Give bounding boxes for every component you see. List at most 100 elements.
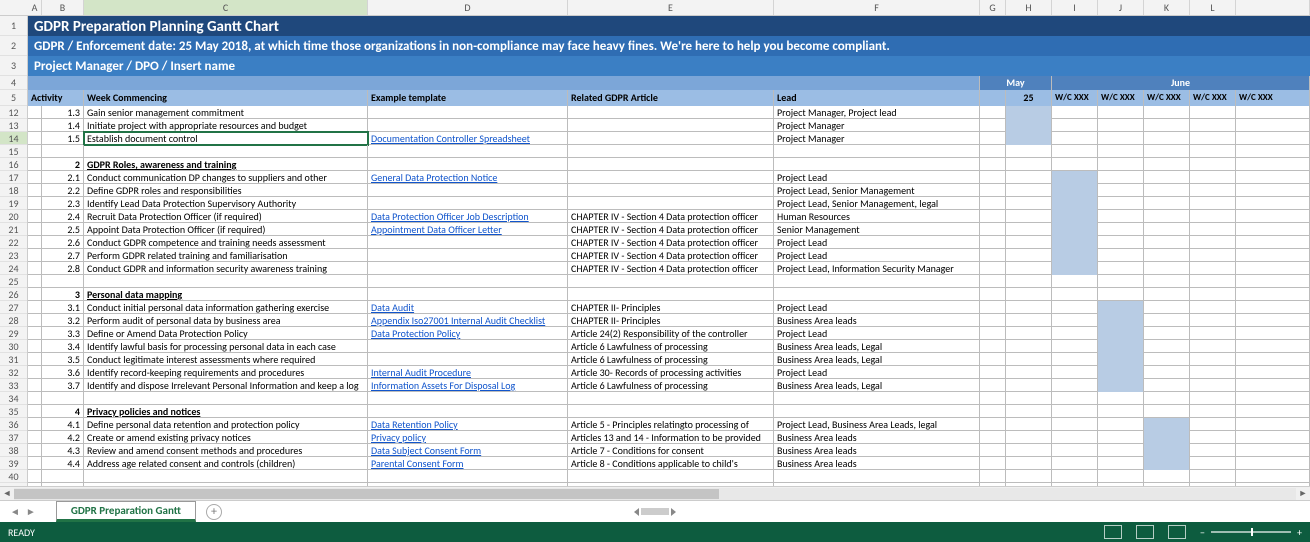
view-pagelayout-button[interactable]: [1136, 525, 1154, 539]
table-row[interactable]: 3.2Perform audit of personal data by bus…: [28, 314, 1310, 327]
sheet-next-icon[interactable]: ►: [26, 505, 36, 518]
table-row[interactable]: 4.4Address age related consent and contr…: [28, 457, 1310, 470]
table-row[interactable]: 4.1Define personal data retention and pr…: [28, 418, 1310, 431]
table-row[interactable]: 3.3Define or Amend Data Protection Polic…: [28, 327, 1310, 340]
col-header-J[interactable]: J: [1098, 0, 1144, 15]
row-header-32[interactable]: 32: [0, 366, 27, 379]
table-row[interactable]: 1.3Gain senior management commitmentProj…: [28, 106, 1310, 119]
row-header-3[interactable]: 3: [0, 56, 27, 76]
view-normal-button[interactable]: [1104, 525, 1122, 539]
row-header-34[interactable]: 34: [0, 392, 27, 405]
row-header-17[interactable]: 17: [0, 171, 27, 184]
table-row[interactable]: [28, 470, 1310, 483]
row-header-12[interactable]: 12: [0, 106, 27, 119]
row-header-1[interactable]: 1: [0, 16, 27, 36]
col-header-F[interactable]: F: [774, 0, 980, 15]
tab-scroll[interactable]: [634, 508, 676, 516]
row-header-15[interactable]: 15: [0, 145, 27, 158]
row-header-2[interactable]: 2: [0, 36, 27, 56]
col-header-K[interactable]: K: [1144, 0, 1190, 15]
zoom-thumb[interactable]: [1251, 528, 1253, 536]
tab-scroll-left-icon[interactable]: [634, 508, 639, 516]
table-row[interactable]: 2.4Recruit Data Protection Officer (if r…: [28, 210, 1310, 223]
row-header-27[interactable]: 27: [0, 301, 27, 314]
zoom-track[interactable]: [1211, 531, 1291, 533]
table-row[interactable]: 4.2Create or amend existing privacy noti…: [28, 431, 1310, 444]
col-header-L[interactable]: L: [1190, 0, 1236, 15]
row-header-37[interactable]: 37: [0, 431, 27, 444]
zoom-in-icon[interactable]: +: [1297, 526, 1302, 539]
zoom-control[interactable]: − +: [1200, 526, 1302, 539]
row-header-23[interactable]: 23: [0, 249, 27, 262]
table-row[interactable]: 3.6Identify record-keeping requirements …: [28, 366, 1310, 379]
row-header-36[interactable]: 36: [0, 418, 27, 431]
row-header-25[interactable]: 25: [0, 275, 27, 288]
table-row[interactable]: 3.4Identify lawful basis for processing …: [28, 340, 1310, 353]
row-header-5[interactable]: 5: [0, 90, 27, 106]
horizontal-scrollbar[interactable]: ◄ ►: [0, 486, 1310, 500]
column-headers[interactable]: ABCDEFGHIJKL: [0, 0, 1310, 16]
table-row[interactable]: 1.5Establish document controlDocumentati…: [28, 132, 1310, 145]
row-header-13[interactable]: 13: [0, 119, 27, 132]
table-row[interactable]: 1.4Initiate project with appropriate res…: [28, 119, 1310, 132]
tab-scroll-right-icon[interactable]: [671, 508, 676, 516]
row-header-28[interactable]: 28: [0, 314, 27, 327]
worksheet-grid[interactable]: ABCDEFGHIJKL 1 23 4512131415161718192021 2 2…: [0, 0, 1310, 486]
table-row[interactable]: 2.6Conduct GDPR competence and training …: [28, 236, 1310, 249]
row-header-16[interactable]: 16: [0, 158, 27, 171]
row-header-19[interactable]: 19: [0, 197, 27, 210]
col-header-G[interactable]: G: [980, 0, 1006, 15]
scroll-thumb[interactable]: [14, 489, 719, 499]
row-header-30[interactable]: 30: [0, 340, 27, 353]
table-row[interactable]: [28, 145, 1310, 158]
table-row[interactable]: 3.1Conduct initial personal data informa…: [28, 301, 1310, 314]
table-row[interactable]: 2.5Appoint Data Protection Officer (if r…: [28, 223, 1310, 236]
scroll-track[interactable]: [14, 488, 1296, 500]
table-row[interactable]: 2GDPR Roles, awareness and training: [28, 158, 1310, 171]
row-header-18[interactable]: 18: [0, 184, 27, 197]
row-header-40[interactable]: 40: [0, 470, 27, 483]
sheet-tab-active[interactable]: GDPR Preparation Gantt: [56, 501, 196, 522]
table-row[interactable]: 2.7Perform GDPR related training and fam…: [28, 249, 1310, 262]
table-row[interactable]: 3.7Identify and dispose Irrelevant Perso…: [28, 379, 1310, 392]
row-header-33[interactable]: 33: [0, 379, 27, 392]
row-header-24[interactable]: 24: [0, 262, 27, 275]
col-header-D[interactable]: D: [368, 0, 568, 15]
row-headers[interactable]: 1234512131415161718192021222324252627282…: [0, 16, 28, 486]
row-header-29[interactable]: 29: [0, 327, 27, 340]
row-header-41[interactable]: 41: [0, 483, 27, 486]
row-header-4[interactable]: 4: [0, 76, 27, 90]
table-row[interactable]: [28, 275, 1310, 288]
col-header-B[interactable]: B: [42, 0, 84, 15]
row-header-20[interactable]: 20: [0, 210, 27, 223]
table-row[interactable]: 4.3Review and amend consent methods and …: [28, 444, 1310, 457]
col-header-C[interactable]: C: [84, 0, 368, 15]
add-sheet-button[interactable]: +: [206, 504, 222, 520]
row-header-35[interactable]: 35: [0, 405, 27, 418]
row-header-38[interactable]: 38: [0, 444, 27, 457]
sheet-nav-arrows[interactable]: ◄ ►: [10, 505, 36, 518]
table-row[interactable]: 5Rights of the data subject: [28, 483, 1310, 486]
row-header-26[interactable]: 26: [0, 288, 27, 301]
table-row[interactable]: 3.5Conduct legitimate interest assessmen…: [28, 353, 1310, 366]
view-pagebreak-button[interactable]: [1168, 525, 1186, 539]
col-header-A[interactable]: A: [28, 0, 42, 15]
scroll-right-arrow[interactable]: ►: [1296, 488, 1310, 499]
table-row[interactable]: 2.2Define GDPR roles and responsibilitie…: [28, 184, 1310, 197]
col-header-E[interactable]: E: [568, 0, 774, 15]
zoom-out-icon[interactable]: −: [1200, 526, 1205, 539]
table-row[interactable]: 2.1Conduct communication DP changes to s…: [28, 171, 1310, 184]
col-header-I[interactable]: I: [1052, 0, 1098, 15]
table-row[interactable]: 2.3Identify Lead Data Protection Supervi…: [28, 197, 1310, 210]
row-header-31[interactable]: 31: [0, 353, 27, 366]
table-row[interactable]: 2.8Conduct GDPR and information security…: [28, 262, 1310, 275]
sheet-prev-icon[interactable]: ◄: [10, 505, 20, 518]
col-header-H[interactable]: H: [1006, 0, 1052, 15]
table-row[interactable]: 3Personal data mapping: [28, 288, 1310, 301]
table-row[interactable]: 4Privacy policies and notices: [28, 405, 1310, 418]
table-row[interactable]: [28, 392, 1310, 405]
row-header-14[interactable]: 14: [0, 132, 27, 145]
tab-scroll-bar[interactable]: [641, 508, 669, 515]
row-header-21[interactable]: 21: [0, 223, 27, 236]
cells-area[interactable]: GDPR Preparation Planning Gantt ChartGDP…: [28, 16, 1310, 486]
